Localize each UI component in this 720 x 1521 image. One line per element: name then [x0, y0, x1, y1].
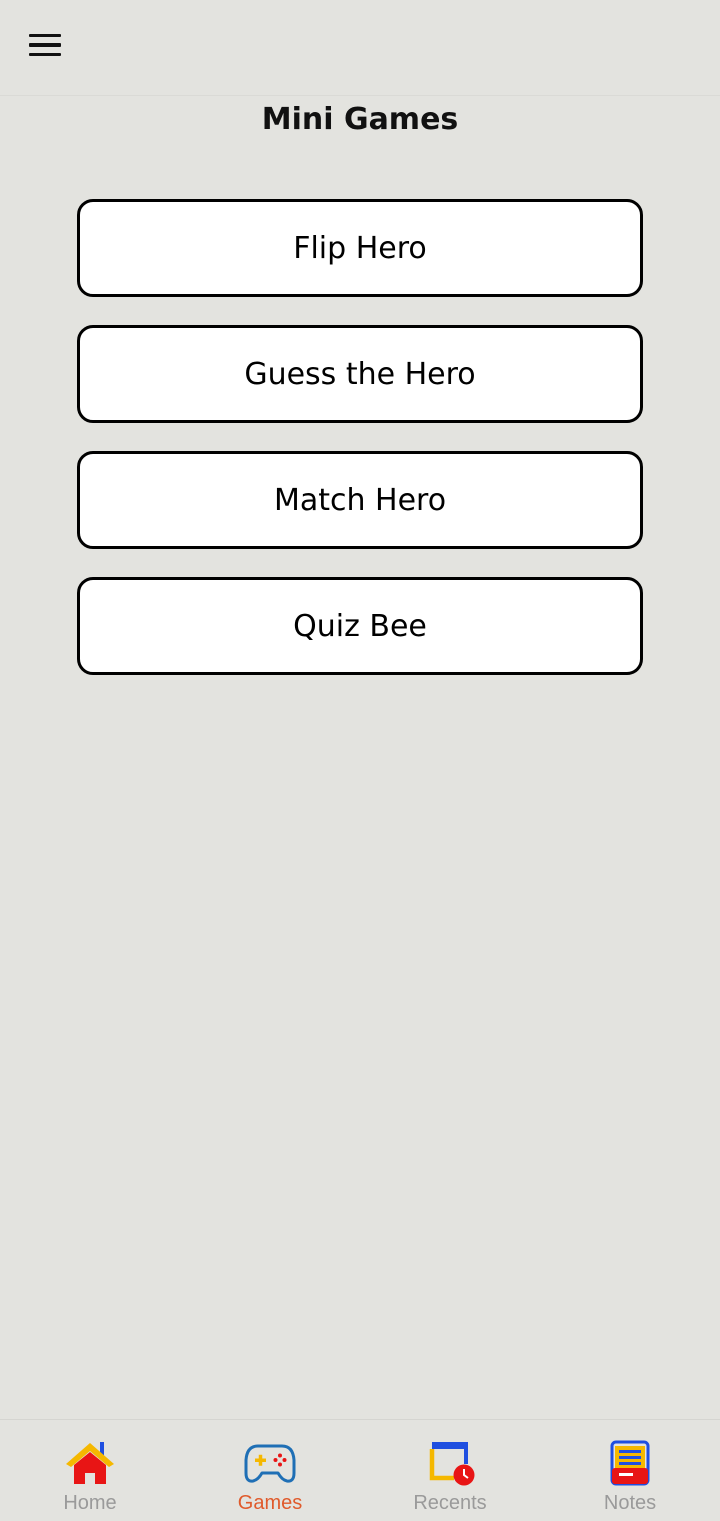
- menu-line: [29, 33, 61, 38]
- games-list: Flip Hero Guess the Hero Match Hero Quiz…: [77, 199, 643, 703]
- flip-hero-button[interactable]: Flip Hero: [77, 199, 643, 297]
- top-app-bar: [0, 0, 720, 96]
- nav-label-games: Games: [237, 1492, 303, 1514]
- notes-icon: [610, 1440, 650, 1486]
- guess-the-hero-button[interactable]: Guess the Hero: [77, 325, 643, 423]
- nav-label-recents: Recents: [413, 1492, 487, 1514]
- nav-label-notes: Notes: [603, 1492, 657, 1514]
- bottom-navigation: Home Games Recents Notes: [0, 1419, 720, 1521]
- app-screen: Mini Games Flip Hero Guess the Hero Matc…: [0, 0, 720, 1521]
- menu-line: [29, 52, 61, 57]
- menu-line: [29, 43, 61, 47]
- nav-label-home: Home: [63, 1492, 117, 1514]
- page-title: Mini Games: [261, 102, 459, 137]
- quiz-bee-button[interactable]: Quiz Bee: [77, 577, 643, 675]
- nav-item-home[interactable]: Home: [0, 1420, 180, 1521]
- nav-item-games[interactable]: Games: [180, 1420, 360, 1521]
- nav-item-recents[interactable]: Recents: [360, 1420, 540, 1521]
- match-hero-button[interactable]: Match Hero: [77, 451, 643, 549]
- home-icon: [66, 1442, 114, 1484]
- hamburger-menu-icon[interactable]: [18, 22, 72, 68]
- gamepad-icon: [244, 1444, 296, 1483]
- recents-clock-icon: [429, 1442, 475, 1486]
- nav-item-notes[interactable]: Notes: [540, 1420, 720, 1521]
